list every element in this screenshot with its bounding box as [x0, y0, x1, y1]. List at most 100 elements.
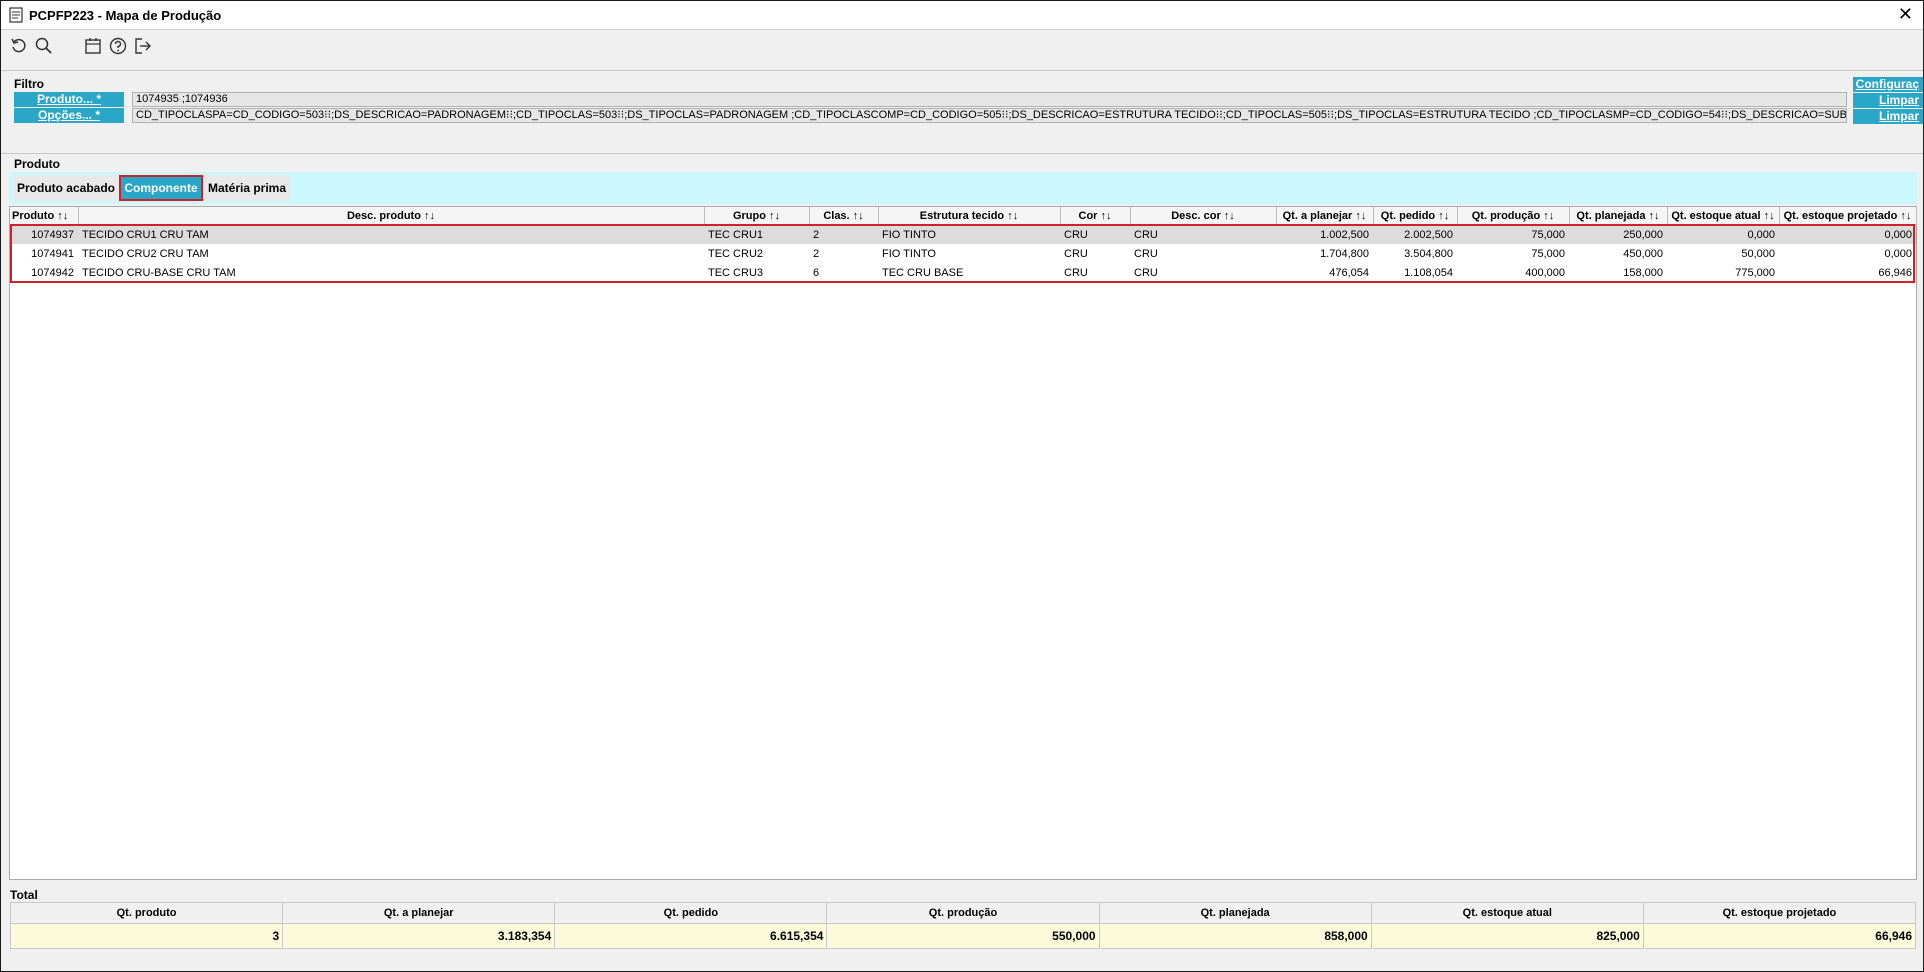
- tabs-bar: Produto acabado Componente Matéria prima: [9, 172, 1917, 204]
- total-qt-pedido: 6.615,354: [554, 923, 828, 949]
- cell-desc-produto: TECIDO CRU-BASE CRU TAM: [82, 266, 236, 279]
- cell-estrutura: FIO TINTO: [878, 224, 1060, 244]
- opcoes-filter-button[interactable]: Opções... *: [14, 108, 124, 123]
- total-label: Total: [10, 888, 38, 902]
- produto-filter-button[interactable]: Produto... *: [14, 92, 124, 107]
- totals-header-row: Qt. produto Qt. a planejar Qt. pedido Qt…: [9, 902, 1917, 924]
- produto-filter-field[interactable]: 1074935 ;1074936: [132, 92, 1847, 107]
- cell-qt-pedido: 2.002,500: [1373, 224, 1457, 244]
- component-table: Produto ↑↓ Desc. produto ↑↓ Grupo ↑↓ Cla…: [10, 207, 1917, 282]
- cell-clas: 6: [813, 266, 820, 279]
- cell-produto: 1074941: [31, 247, 74, 260]
- total-qt-produto: 3: [9, 923, 284, 949]
- column-header-desc-cor[interactable]: Desc. cor ↑↓: [1130, 207, 1277, 225]
- refresh-icon[interactable]: [9, 36, 29, 56]
- cell-desc-cor: CRU: [1134, 266, 1158, 279]
- cell-qt-planejada: 250,000: [1569, 224, 1667, 244]
- app-window: PCPFP223 - Mapa de Produção ✕ Filtro Pro…: [0, 0, 1924, 972]
- opcoes-filter-field[interactable]: CD_TIPOCLASPA=CD_CODIGO=503⁝⁝;DS_DESCRIC…: [132, 108, 1847, 123]
- column-header-qt-pedido[interactable]: Qt. pedido ↑↓: [1373, 207, 1458, 225]
- cell-qt-estoque-atual: 0,000: [1667, 224, 1779, 244]
- cell-desc-cor: CRU: [1130, 224, 1276, 244]
- table-row[interactable]: 1074942 TECIDO CRU-BASE CRU TAM TEC CRU3…: [10, 263, 1916, 282]
- tab-produto-acabado[interactable]: Produto acabado: [13, 175, 119, 201]
- cell-grupo: TEC CRU3: [708, 266, 764, 279]
- calendar-icon[interactable]: [83, 36, 103, 56]
- cell-qt-producao: 400,000: [1525, 266, 1565, 279]
- cell-qt-planejar: 1.704,800: [1320, 247, 1369, 260]
- exit-icon[interactable]: [133, 36, 153, 56]
- table-row[interactable]: 1074937 TECIDO CRU1 CRU TAM TEC CRU1 2 F…: [10, 224, 1916, 244]
- filter-section-label: Filtro: [14, 77, 44, 91]
- cell-qt-estoque-projetado: 0,000: [1884, 247, 1912, 260]
- help-icon[interactable]: [108, 36, 128, 56]
- column-header-qt-estoque-projetado[interactable]: Qt. estoque projetado ↑↓: [1779, 207, 1917, 225]
- totals-table: Qt. produto Qt. a planejar Qt. pedido Qt…: [9, 902, 1917, 949]
- cell-desc-produto: TECIDO CRU1 CRU TAM: [78, 224, 704, 244]
- cell-qt-estoque-atual: 50,000: [1741, 247, 1775, 260]
- cell-estrutura: TEC CRU BASE: [882, 266, 964, 279]
- cell-produto: 1074937: [10, 224, 78, 244]
- cell-grupo: TEC CRU1: [704, 224, 809, 244]
- total-qt-producao: 550,000: [826, 923, 1100, 949]
- cell-produto: 1074942: [31, 266, 74, 279]
- column-header-qt-planejar[interactable]: Qt. a planejar ↑↓: [1276, 207, 1374, 225]
- cell-qt-planejada: 158,000: [1623, 266, 1663, 279]
- total-header-qt-estoque-atual: Qt. estoque atual: [1370, 902, 1644, 924]
- cell-qt-estoque-projetado: 66,946: [1878, 266, 1912, 279]
- limpar-opcoes-button[interactable]: Limpar: [1853, 109, 1923, 124]
- produto-section-label: Produto: [14, 157, 60, 171]
- title-bar: PCPFP223 - Mapa de Produção ✕: [1, 1, 1923, 30]
- close-icon[interactable]: ✕: [1898, 4, 1913, 25]
- column-header-desc-produto[interactable]: Desc. produto ↑↓: [78, 207, 705, 225]
- cell-qt-planejar: 476,054: [1329, 266, 1369, 279]
- cell-qt-estoque-atual: 775,000: [1735, 266, 1775, 279]
- column-header-qt-producao[interactable]: Qt. produção ↑↓: [1457, 207, 1570, 225]
- cell-qt-planejada: 450,000: [1623, 247, 1663, 260]
- column-header-estrutura-tecido[interactable]: Estrutura tecido ↑↓: [878, 207, 1061, 225]
- cell-clas: 2: [809, 224, 878, 244]
- divider: [1, 70, 1923, 71]
- cell-clas: 2: [813, 247, 820, 260]
- window-title: PCPFP223 - Mapa de Produção: [29, 8, 222, 23]
- total-header-qt-produto: Qt. produto: [9, 902, 284, 924]
- divider: [1, 153, 1923, 154]
- cell-qt-producao: 75,000: [1457, 224, 1569, 244]
- column-header-qt-estoque-atual[interactable]: Qt. estoque atual ↑↓: [1667, 207, 1780, 225]
- column-header-qt-planejada[interactable]: Qt. planejada ↑↓: [1569, 207, 1668, 225]
- cell-qt-pedido: 1.108,054: [1404, 266, 1453, 279]
- total-qt-estoque-atual: 825,000: [1370, 923, 1644, 949]
- tab-componente[interactable]: Componente: [119, 175, 203, 201]
- table-header-row: Produto ↑↓ Desc. produto ↑↓ Grupo ↑↓ Cla…: [10, 207, 1917, 225]
- table-row[interactable]: 1074941 TECIDO CRU2 CRU TAM TEC CRU2 2 F…: [10, 244, 1916, 263]
- cell-qt-producao: 75,000: [1531, 247, 1565, 260]
- toolbar: [1, 30, 1923, 62]
- total-header-qt-pedido: Qt. pedido: [554, 902, 828, 924]
- total-header-qt-estoque-projetado: Qt. estoque projetado: [1642, 902, 1917, 924]
- cell-cor: CRU: [1064, 266, 1088, 279]
- cell-grupo: TEC CRU2: [708, 247, 764, 260]
- total-header-qt-planejada: Qt. planejada: [1098, 902, 1372, 924]
- cell-cor: CRU: [1064, 247, 1088, 260]
- column-header-produto[interactable]: Produto ↑↓: [10, 207, 79, 225]
- tab-materia-prima[interactable]: Matéria prima: [204, 175, 290, 201]
- cell-desc-produto: TECIDO CRU2 CRU TAM: [82, 247, 209, 260]
- search-icon[interactable]: [34, 36, 54, 56]
- total-header-qt-planejar: Qt. a planejar: [282, 902, 556, 924]
- total-header-qt-producao: Qt. produção: [826, 902, 1100, 924]
- cell-estrutura: FIO TINTO: [882, 247, 936, 260]
- limpar-produto-button[interactable]: Limpar: [1853, 93, 1923, 108]
- totals-values-row: 3 3.183,354 6.615,354 550,000 858,000 82…: [9, 923, 1917, 949]
- cell-qt-estoque-projetado: 0,000: [1779, 224, 1916, 244]
- document-icon: [9, 7, 23, 23]
- total-qt-estoque-projetado: 66,946: [1642, 923, 1917, 949]
- cell-desc-cor: CRU: [1134, 247, 1158, 260]
- cell-cor: CRU: [1060, 224, 1130, 244]
- column-header-cor[interactable]: Cor ↑↓: [1060, 207, 1131, 225]
- configuracao-button[interactable]: Configuraç: [1853, 77, 1923, 92]
- column-header-grupo[interactable]: Grupo ↑↓: [704, 207, 810, 225]
- column-header-clas[interactable]: Clas. ↑↓: [809, 207, 879, 225]
- data-grid: Produto ↑↓ Desc. produto ↑↓ Grupo ↑↓ Cla…: [9, 206, 1917, 880]
- total-qt-planejada: 858,000: [1098, 923, 1372, 949]
- cell-qt-pedido: 3.504,800: [1404, 247, 1453, 260]
